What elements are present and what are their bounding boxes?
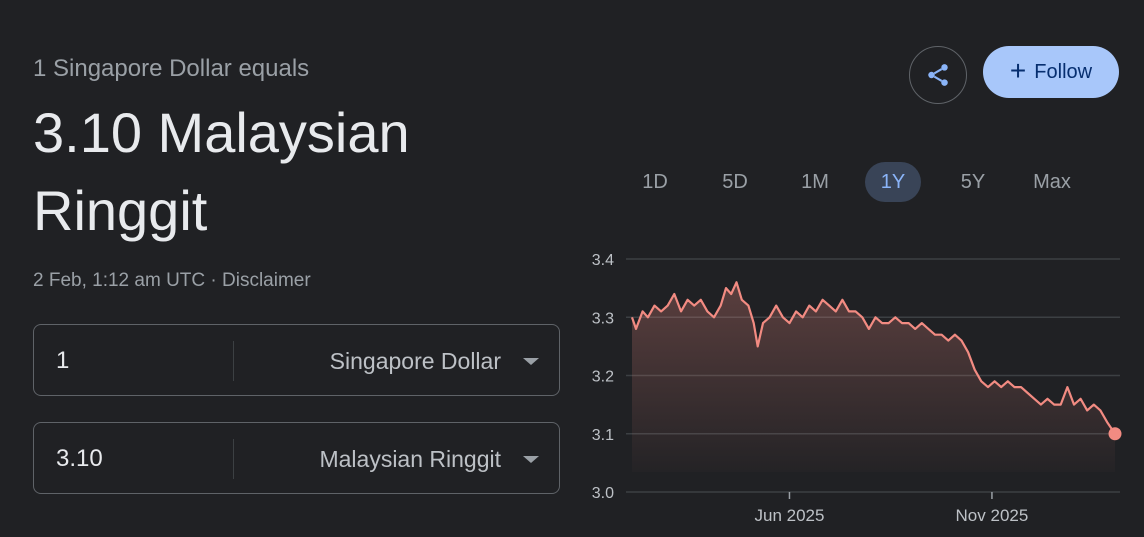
follow-label: Follow — [1034, 60, 1093, 83]
caret-down-icon[interactable] — [523, 456, 539, 463]
follow-button[interactable]: + Follow — [983, 46, 1119, 98]
equals-label: 1 Singapore Dollar equals — [33, 55, 310, 82]
range-1y[interactable]: 1Y — [865, 162, 921, 202]
range-5y[interactable]: 5Y — [944, 162, 1002, 202]
to-amount-input[interactable]: 3.10 — [56, 423, 103, 495]
disclaimer-link[interactable]: Disclaimer — [222, 270, 311, 291]
x-axis: Jun 2025 Nov 2025 — [754, 492, 1028, 525]
separator: · — [205, 270, 223, 291]
series-area — [632, 282, 1115, 472]
range-5d[interactable]: 5D — [706, 162, 764, 202]
range-max[interactable]: Max — [1022, 162, 1082, 202]
y-axis: 3.4 3.3 3.2 3.1 3.0 — [592, 252, 614, 502]
x-tick-label: Jun 2025 — [754, 506, 824, 525]
conversion-result: 3.10 Malaysian Ringgit — [33, 101, 410, 242]
share-button[interactable] — [909, 46, 967, 104]
y-tick-label: 3.0 — [592, 485, 614, 502]
share-icon — [928, 64, 948, 86]
to-currency-row: 3.10 Malaysian Ringgit — [33, 422, 560, 494]
y-tick-label: 3.3 — [592, 310, 614, 327]
timestamp: 2 Feb, 1:12 am UTC — [33, 270, 206, 291]
divider — [233, 439, 234, 479]
plus-icon: + — [1009, 54, 1027, 86]
from-amount-input[interactable]: 1 — [56, 325, 69, 397]
y-tick-label: 3.1 — [592, 427, 614, 444]
exchange-rate-chart: 3.4 3.3 3.2 3.1 3.0 Jun 2025 Nov 2025 — [592, 252, 1122, 525]
from-currency-row: 1 Singapore Dollar — [33, 324, 560, 396]
divider — [233, 341, 234, 381]
y-tick-label: 3.4 — [592, 252, 614, 269]
y-tick-label: 3.2 — [592, 369, 614, 386]
to-currency-select[interactable]: Malaysian Ringgit — [319, 423, 501, 495]
from-currency-select[interactable]: Singapore Dollar — [330, 325, 501, 397]
current-value-marker — [1108, 427, 1122, 441]
x-tick-label: Nov 2025 — [956, 506, 1029, 525]
timestamp-line: 2 Feb, 1:12 am UTC · Disclaimer — [33, 270, 311, 292]
caret-down-icon[interactable] — [523, 358, 539, 365]
range-1d[interactable]: 1D — [626, 162, 684, 202]
range-1m[interactable]: 1M — [786, 162, 844, 202]
range-selector: 1D 5D 1M 1Y 5Y Max — [626, 162, 1106, 202]
